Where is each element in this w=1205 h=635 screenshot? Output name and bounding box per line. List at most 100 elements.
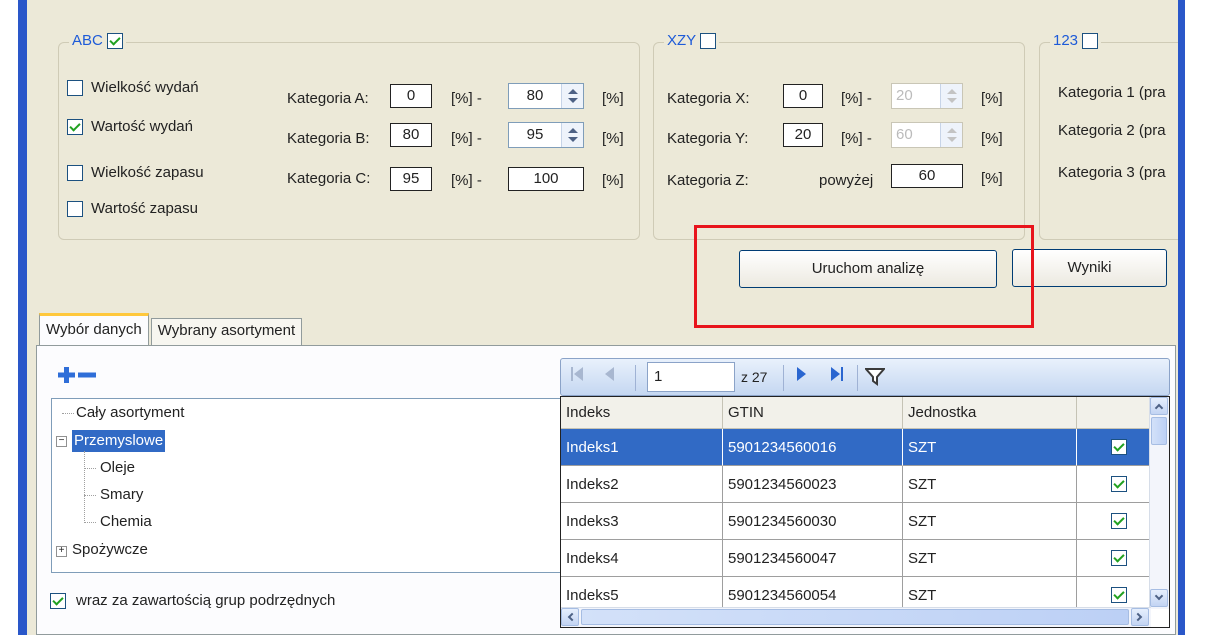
criterion-row[interactable]: Wielkość wydań (67, 79, 199, 96)
grid-cell-select[interactable] (1077, 503, 1151, 540)
highlight-frame (694, 225, 1034, 328)
tab-wybor-danych[interactable]: Wybór danych (39, 313, 149, 346)
grid-cell-unit[interactable]: SZT (903, 503, 1077, 540)
category-y-to-spinner[interactable]: 60 (891, 122, 963, 148)
spinner-arrows-icon[interactable] (561, 84, 583, 108)
percent-label: [%] (602, 172, 624, 189)
tab-wybrany-asortyment[interactable]: Wybrany asortyment (150, 318, 303, 346)
category-tree[interactable]: Cały asortyment − Przemyslowe Oleje Smar… (51, 398, 573, 573)
category-z-value: 60 (891, 164, 963, 188)
row-select-checkbox[interactable] (1111, 550, 1127, 566)
column-header-indeks[interactable]: Indeks (561, 397, 723, 429)
column-header-gtin[interactable]: GTIN (723, 397, 903, 429)
category-b-to-spinner[interactable]: 95 (508, 122, 584, 148)
criterion-checkbox-wielkosc-wydan[interactable] (67, 79, 83, 96)
percent-label: [%] - (451, 130, 482, 147)
filter-icon[interactable] (865, 367, 885, 387)
grid-cell-indeks[interactable]: Indeks4 (561, 540, 723, 577)
category-b-from: 80 (390, 123, 432, 147)
prev-page-icon[interactable] (605, 367, 614, 381)
spinner-value[interactable]: 60 (892, 123, 940, 147)
collapse-icon[interactable]: − (56, 436, 67, 447)
tree-node-chemia[interactable]: Chemia (100, 511, 152, 533)
criterion-checkbox-wielkosc-zapasu[interactable] (67, 164, 83, 181)
criterion-checkbox-wartosc-wydan[interactable] (67, 118, 83, 135)
grid-cell-gtin[interactable]: 5901234560016 (723, 429, 903, 466)
spinner-value[interactable]: 80 (509, 84, 561, 108)
category-y-label: Kategoria Y: (667, 130, 749, 147)
outer-margin-right (1185, 0, 1205, 635)
criterion-checkbox-wartosc-zapasu[interactable] (67, 200, 83, 217)
tree-line (84, 468, 96, 469)
scroll-down-button[interactable] (1150, 589, 1168, 607)
grid-cell-unit[interactable]: SZT (903, 540, 1077, 577)
scroll-thumb-horizontal[interactable] (581, 609, 1129, 625)
g123-enable-checkbox[interactable] (1082, 32, 1099, 49)
grid-cell-unit[interactable]: SZT (903, 429, 1077, 466)
criterion-label: Wartość wydań (91, 118, 193, 135)
grid-cell-indeks[interactable]: Indeks1 (561, 429, 723, 466)
spinner-value[interactable]: 20 (892, 84, 940, 108)
vertical-scrollbar[interactable] (1149, 397, 1169, 609)
category-c-label: Kategoria C: (287, 170, 371, 187)
xyz-enable-checkbox[interactable] (700, 32, 717, 49)
grid-cell-indeks[interactable]: Indeks3 (561, 503, 723, 540)
grid-cell-gtin[interactable]: 5901234560030 (723, 503, 903, 540)
scroll-left-button[interactable] (561, 608, 579, 626)
category-x-label: Kategoria X: (667, 90, 750, 107)
include-subgroups[interactable]: wraz za zawartością grup podrzędnych (50, 592, 335, 609)
scroll-thumb[interactable] (1151, 417, 1167, 445)
grid-cell-select[interactable] (1077, 429, 1151, 466)
horizontal-scrollbar[interactable] (561, 607, 1151, 627)
grid-cell-indeks[interactable]: Indeks2 (561, 466, 723, 503)
row-select-checkbox[interactable] (1111, 476, 1127, 492)
tree-node-smary[interactable]: Smary (100, 484, 143, 506)
tree-node-spozywcze[interactable]: Spożywcze (72, 539, 148, 561)
spinner-arrows-icon[interactable] (940, 123, 962, 147)
last-page-icon[interactable] (831, 367, 843, 381)
add-icon[interactable] (58, 367, 75, 383)
xyz-legend[interactable]: XZY (664, 32, 720, 49)
page-number-input[interactable]: 1 (647, 362, 735, 392)
row-select-checkbox[interactable] (1111, 587, 1127, 603)
percent-label: [%] (981, 130, 1003, 147)
row-select-checkbox[interactable] (1111, 439, 1127, 455)
product-grid-area: 1 z 27 Indeks GTIN Jednostka Indeks1 590… (560, 358, 1170, 628)
g123-legend[interactable]: 123 (1050, 32, 1102, 49)
grid-cell-gtin[interactable]: 5901234560047 (723, 540, 903, 577)
column-header-jednostka[interactable]: Jednostka (903, 397, 1077, 429)
grid-cell-select[interactable] (1077, 540, 1151, 577)
scroll-right-button[interactable] (1131, 608, 1149, 626)
column-header-select[interactable] (1077, 397, 1151, 429)
include-subgroups-checkbox[interactable] (50, 592, 66, 609)
tree-node-oleje[interactable]: Oleje (100, 457, 135, 479)
row-select-checkbox[interactable] (1111, 513, 1127, 529)
window: ABC Wielkość wydań Wartość wydań Wielkoś… (0, 0, 1205, 635)
grid-cell-select[interactable] (1077, 466, 1151, 503)
scroll-up-button[interactable] (1150, 397, 1168, 415)
first-page-icon[interactable] (571, 367, 583, 381)
results-button[interactable]: Wyniki (1012, 249, 1167, 287)
analysis-panel: ABC Wielkość wydań Wartość wydań Wielkoś… (27, 0, 1178, 635)
spinner-arrows-icon[interactable] (940, 84, 962, 108)
criterion-row[interactable]: Wartość zapasu (67, 200, 198, 217)
tree-node-przemyslowe[interactable]: Przemyslowe (72, 430, 166, 452)
grid-cell-unit[interactable]: SZT (903, 466, 1077, 503)
criterion-row[interactable]: Wartość wydań (67, 118, 193, 135)
spinner-value[interactable]: 95 (509, 123, 561, 147)
grid-cell-gtin[interactable]: 5901234560023 (723, 466, 903, 503)
next-page-icon[interactable] (797, 367, 806, 381)
tab-strip: Wybór danych Wybrany asortyment (39, 312, 304, 346)
criterion-row[interactable]: Wielkość zapasu (67, 164, 204, 181)
category-x-to-spinner[interactable]: 20 (891, 83, 963, 109)
tree-node-root[interactable]: Cały asortyment (76, 402, 184, 424)
abc-legend[interactable]: ABC (69, 32, 126, 49)
spinner-arrows-icon[interactable] (561, 123, 583, 147)
abc-enable-checkbox[interactable] (106, 32, 123, 49)
category-x-from: 0 (783, 84, 823, 108)
category-1-label: Kategoria 1 (pra (1058, 84, 1166, 101)
include-subgroups-label: wraz za zawartością grup podrzędnych (76, 592, 336, 609)
remove-icon[interactable] (78, 372, 96, 378)
category-a-to-spinner[interactable]: 80 (508, 83, 584, 109)
expand-icon[interactable]: + (56, 546, 67, 557)
